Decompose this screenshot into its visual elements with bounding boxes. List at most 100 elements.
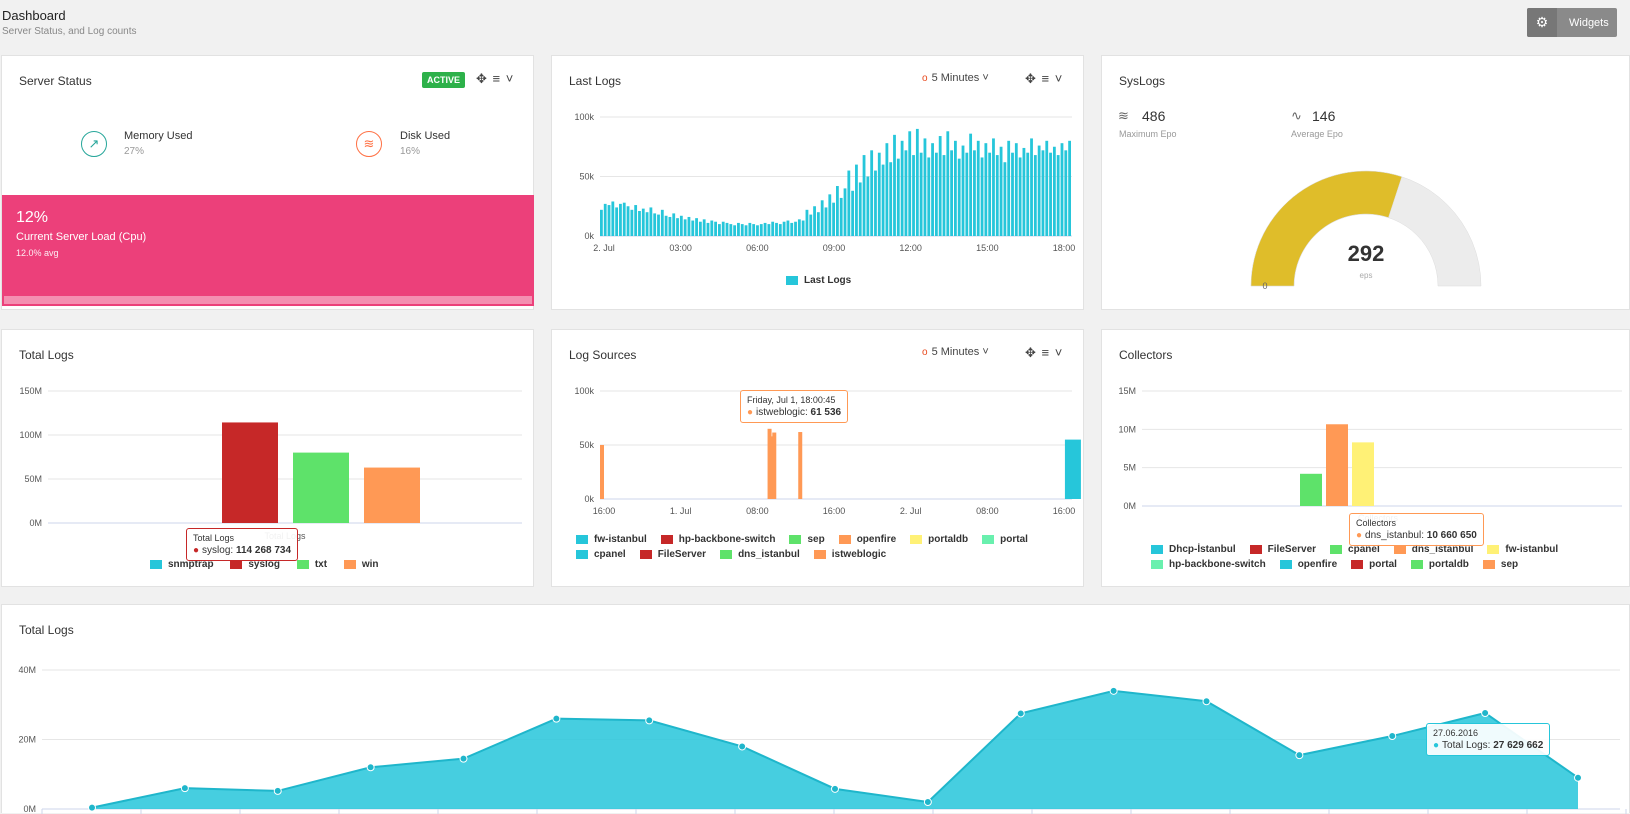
- legend-item[interactable]: dns_istanbul: [720, 549, 800, 560]
- legend-item[interactable]: istweblogic: [813, 549, 886, 560]
- time-range-select[interactable]: o5 Minutes ˅: [922, 346, 989, 358]
- bar: [995, 155, 999, 236]
- legend-item[interactable]: hp-backbone-switch: [1151, 559, 1266, 570]
- bar: [619, 203, 622, 236]
- bar: [889, 162, 893, 236]
- legend-label: Dhcp-İstanbul: [1169, 544, 1236, 555]
- legend-swatch: [576, 535, 588, 544]
- bar: [1018, 157, 1022, 236]
- bar: [973, 150, 976, 236]
- bar: [679, 215, 683, 236]
- legend-item[interactable]: FileServer: [639, 549, 706, 560]
- legend-item[interactable]: cpanel: [576, 549, 626, 560]
- y-tick-label: 50k: [579, 172, 594, 182]
- bar: [767, 224, 771, 236]
- legend-label: openfire: [1297, 559, 1338, 570]
- chart-tooltip: Total Logs ● syslog: 114 268 734: [186, 528, 299, 561]
- bar: [797, 219, 801, 236]
- widgets-button[interactable]: ⚙ Widgets: [1527, 8, 1617, 37]
- bar: [904, 150, 908, 236]
- bar: [961, 145, 965, 236]
- bar: [1037, 145, 1041, 236]
- panel-tools-menu[interactable]: ✥ ≡ ˅: [1025, 71, 1063, 87]
- bar: [786, 220, 790, 236]
- panel-tools-menu[interactable]: ✥ ≡ ˅: [1025, 345, 1063, 361]
- avg-epo-value: 146: [1312, 108, 1336, 124]
- total-logs-bar-title: Total Logs: [19, 348, 74, 362]
- bar: [801, 220, 805, 236]
- bar: [744, 225, 748, 236]
- bar: [927, 157, 931, 236]
- legend-item[interactable]: portaldb: [910, 534, 968, 545]
- legend-item[interactable]: openfire: [838, 534, 896, 545]
- legend-swatch: [1351, 560, 1364, 569]
- data-point: [1016, 709, 1025, 718]
- legend-swatch: [639, 550, 652, 559]
- bar: [1045, 140, 1049, 236]
- legend-swatch: [1151, 560, 1163, 569]
- bar: [733, 225, 737, 236]
- bar: [706, 222, 710, 236]
- legend-swatch: [838, 535, 851, 544]
- legend-item[interactable]: portal: [1351, 559, 1397, 570]
- legend-item[interactable]: Dhcp-İstanbul: [1151, 544, 1236, 555]
- bar: [668, 216, 672, 236]
- server-status-title: Server Status: [19, 74, 92, 88]
- data-point: [1481, 708, 1490, 717]
- legend-item[interactable]: openfire: [1279, 559, 1338, 570]
- data-point: [88, 803, 96, 812]
- bar: [976, 140, 980, 236]
- legend-item[interactable]: portal: [982, 534, 1028, 545]
- data-point: [1295, 751, 1304, 760]
- bar: [1056, 155, 1060, 236]
- panel-tools-menu[interactable]: ✥ ≡ ˅: [476, 71, 514, 87]
- legend-item[interactable]: fw-istanbul: [1487, 544, 1558, 555]
- data-point: [459, 754, 468, 763]
- y-tick-label: 40M: [18, 665, 36, 675]
- legend-item[interactable]: Last Logs: [786, 275, 851, 286]
- data-point: [273, 786, 282, 795]
- bar: [1060, 143, 1064, 236]
- bar: [915, 128, 919, 236]
- bar: [1300, 473, 1322, 506]
- legend-item[interactable]: fw-istanbul: [576, 534, 647, 545]
- bar: [813, 206, 816, 236]
- legend-item[interactable]: sep: [1482, 559, 1518, 570]
- bar: [607, 205, 611, 236]
- legend-item[interactable]: win: [343, 559, 379, 570]
- bar: [676, 218, 679, 236]
- bar: [957, 158, 961, 236]
- bar: [1064, 150, 1068, 236]
- bar: [771, 221, 775, 236]
- bar: [782, 221, 786, 236]
- legend-swatch: [720, 550, 733, 559]
- bar: [855, 164, 858, 236]
- time-range-select[interactable]: o5 Minutes ˅: [922, 72, 989, 84]
- clock-icon: o: [922, 73, 928, 84]
- bar: [938, 136, 942, 236]
- syslogs-panel: SysLogs ≋ 486 Maximum Epo ∿ 146 Average …: [1101, 55, 1630, 310]
- legend-label: FileServer: [1267, 544, 1317, 555]
- legend-item[interactable]: hp-backbone-switch: [660, 534, 775, 545]
- gauge-unit: eps: [1360, 271, 1373, 280]
- bar: [828, 194, 832, 236]
- legend-label: portal: [1000, 534, 1028, 545]
- y-tick-label: 100k: [574, 112, 594, 122]
- bar: [1011, 152, 1014, 236]
- data-point: [923, 798, 932, 807]
- legend-item[interactable]: txt: [296, 559, 327, 570]
- legend-swatch: [1249, 545, 1262, 554]
- bar: [756, 225, 759, 236]
- page-subtitle: Server Status, and Log counts: [2, 26, 137, 37]
- legend-swatch: [1410, 560, 1423, 569]
- bar: [805, 209, 809, 236]
- bar: [881, 164, 885, 236]
- server-status-panel: Server Status ACTIVE ✥ ≡ ˅ ↗ Memory Used…: [1, 55, 534, 310]
- bar: [874, 170, 877, 236]
- bar: [721, 221, 725, 236]
- x-tick-label: 15:00: [976, 243, 999, 253]
- legend-item[interactable]: sep: [789, 534, 825, 545]
- bar: [1326, 424, 1348, 506]
- legend-item[interactable]: FileServer: [1249, 544, 1317, 555]
- legend-item[interactable]: portaldb: [1410, 559, 1469, 570]
